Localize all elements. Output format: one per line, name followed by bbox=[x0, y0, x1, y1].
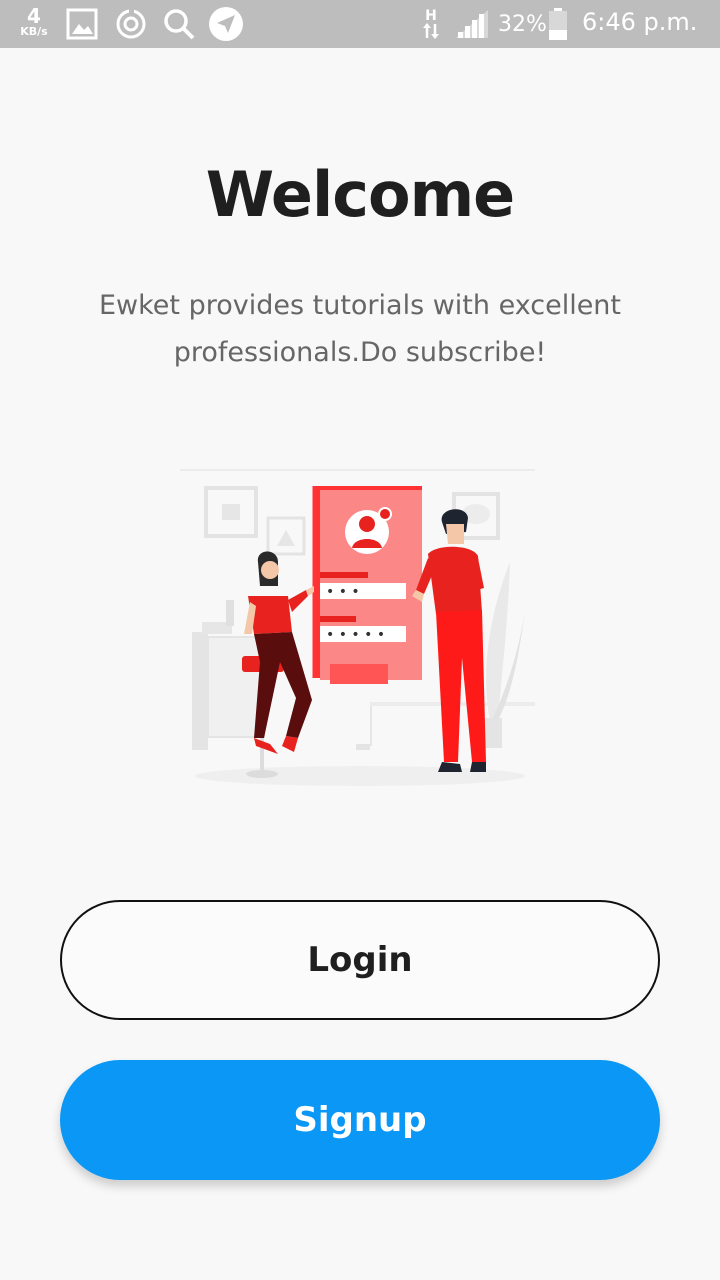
svg-text:H: H bbox=[425, 8, 437, 24]
battery-level: 32% bbox=[498, 12, 547, 37]
login-button[interactable]: Login bbox=[60, 900, 660, 1020]
login-illustration: • • • • • • • • bbox=[180, 462, 540, 792]
svg-text:• • • • •: • • • • • bbox=[326, 627, 385, 643]
signal-icon bbox=[454, 6, 490, 42]
clock: 6:46 p.m. bbox=[582, 8, 698, 36]
speed-value: 4 bbox=[27, 4, 41, 28]
subtitle-line-1: Ewket provides tutorials with excellent bbox=[98, 290, 622, 321]
speed-unit: KB/s bbox=[20, 25, 48, 38]
search-icon bbox=[162, 6, 196, 42]
svg-text:• • •: • • • bbox=[326, 584, 360, 600]
subtitle-line-2: professionals.Do subscribe! bbox=[173, 337, 547, 368]
image-icon bbox=[66, 6, 98, 42]
welcome-subtitle: Ewket provides tutorials with excellent … bbox=[90, 282, 630, 376]
sync-icon bbox=[114, 6, 148, 42]
data-arrows-icon: H bbox=[420, 6, 442, 42]
network-speed: 4 KB/s bbox=[14, 6, 54, 37]
battery-icon bbox=[547, 6, 569, 42]
send-icon bbox=[208, 6, 244, 42]
status-bar: 4 KB/s H 32% 6:46 p.m. bbox=[0, 0, 720, 48]
signup-button[interactable]: Signup bbox=[60, 1060, 660, 1180]
welcome-title: Welcome bbox=[205, 158, 515, 231]
